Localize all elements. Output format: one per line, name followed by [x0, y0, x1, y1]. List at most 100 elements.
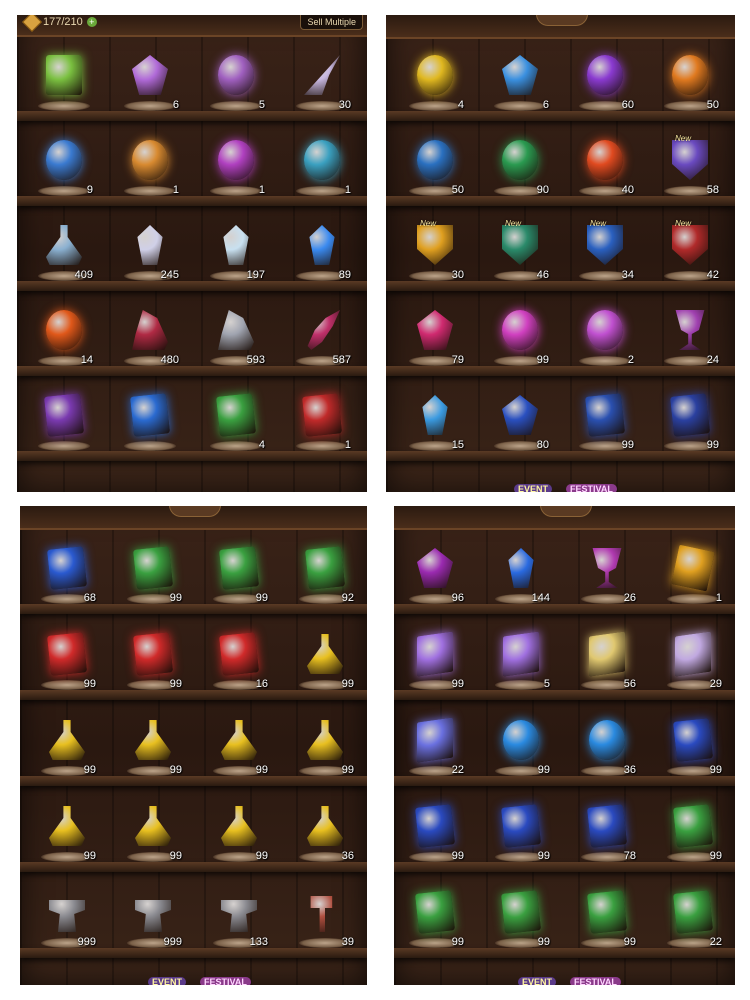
inventory-slot[interactable]: 14 — [33, 308, 95, 372]
inventory-slot[interactable]: 99 — [404, 631, 466, 696]
inventory-slot[interactable]: 99★★★★ — [294, 632, 356, 698]
inventory-slot[interactable]: 4★★★★★ — [205, 393, 267, 459]
inventory-slot[interactable]: ★★★★★ — [33, 393, 95, 459]
item-quantity: 29 — [709, 678, 722, 690]
expand-capacity-button[interactable]: + — [86, 17, 97, 27]
inventory-slot[interactable]: 133 — [208, 890, 270, 954]
shelf-plank — [17, 451, 367, 461]
inventory-slot[interactable]: 144★★★★ — [490, 546, 552, 612]
inventory-slot[interactable]: 1 — [291, 138, 353, 202]
inventory-slot[interactable]: New 34 — [574, 219, 636, 287]
inventory-slot[interactable]: 999 — [36, 890, 98, 954]
inventory-slot[interactable]: 50 — [659, 53, 721, 117]
event-tab[interactable]: EVENT — [148, 977, 187, 985]
inventory-slot[interactable]: 587 — [291, 308, 353, 372]
inventory-slot[interactable]: 99★★★★ — [208, 804, 270, 870]
inventory-slot[interactable]: New 30 — [404, 219, 466, 287]
inventory-slot[interactable]: 99★★★★ — [662, 804, 724, 870]
inventory-slot[interactable]: New 46 — [489, 219, 551, 287]
inventory-slot[interactable]: 99★★★★ — [122, 546, 184, 612]
inventory-slot[interactable]: 99★★★★ — [122, 718, 184, 784]
inventory-slot[interactable]: 5 — [490, 631, 552, 696]
inventory-slot[interactable]: 99★★★★ — [36, 718, 98, 784]
inventory-slot[interactable]: ★★★★★ — [119, 393, 181, 459]
inventory-slot[interactable]: 22 — [404, 717, 466, 782]
inventory-slot[interactable] — [33, 53, 95, 117]
inventory-slot[interactable]: 6★★★★★ — [489, 53, 551, 119]
inventory-slot[interactable]: 68★★★★ — [36, 546, 98, 612]
violet-cube-icon — [503, 631, 539, 677]
inventory-slot[interactable]: 39 — [294, 890, 356, 954]
item-quantity: 60 — [621, 99, 634, 111]
inventory-slot[interactable]: 99★★★★ — [662, 718, 724, 784]
sapphire-icon — [508, 548, 534, 588]
gold-potion-icon — [307, 634, 343, 674]
inventory-slot[interactable]: 2 — [574, 308, 636, 372]
inventory-slot[interactable]: 26★★★★ — [576, 546, 638, 612]
festival-tab[interactable]: FESTIVAL — [570, 977, 621, 985]
item-quantity: 197 — [246, 269, 265, 281]
inventory-slot[interactable]: 1 — [662, 544, 724, 610]
event-tab[interactable]: EVENT — [518, 977, 557, 985]
inventory-slot[interactable]: New 58 — [659, 134, 721, 202]
festival-tab[interactable]: FESTIVAL — [200, 977, 251, 985]
inventory-slot[interactable]: 197 — [205, 223, 267, 287]
inventory-slot[interactable]: 99★★★★ — [576, 890, 638, 956]
inventory-slot[interactable]: 99★★★★ — [490, 804, 552, 870]
feather-wing-icon — [304, 55, 340, 95]
inventory-slot[interactable]: 15 — [404, 393, 466, 457]
inventory-slot[interactable]: 9 — [33, 138, 95, 202]
inventory-slot[interactable]: 24★★★★ — [659, 308, 721, 374]
inventory-slot[interactable]: New 42 — [659, 219, 721, 287]
inventory-slot[interactable]: 78★★★★ — [576, 804, 638, 870]
inventory-slot[interactable]: 56 — [576, 631, 638, 696]
inventory-slot[interactable]: 480 — [119, 308, 181, 372]
inventory-slot[interactable]: 50 — [404, 138, 466, 202]
inventory-slot[interactable]: 36★★★★ — [294, 804, 356, 870]
inventory-slot[interactable]: 40 — [574, 138, 636, 202]
inventory-slot[interactable]: 99★★★★ — [36, 804, 98, 870]
inventory-slot[interactable]: 99★★★★ — [36, 632, 98, 698]
inventory-slot[interactable]: 80 — [489, 393, 551, 457]
inventory-slot[interactable]: 99★★★★ — [574, 393, 636, 459]
inventory-slot[interactable]: 99★★★★ — [404, 890, 466, 956]
festival-tab[interactable]: FESTIVAL — [566, 484, 617, 492]
inventory-slot[interactable]: 99★★★★ — [404, 804, 466, 870]
inventory-slot[interactable]: 1 — [205, 138, 267, 202]
inventory-slot[interactable]: 1 — [119, 138, 181, 202]
inventory-slot[interactable]: 60 — [574, 53, 636, 117]
inventory-slot[interactable]: 99★★★★ — [122, 804, 184, 870]
capacity-text: 177/210 — [43, 16, 83, 28]
inventory-slot[interactable]: 90 — [489, 138, 551, 202]
inventory-slot[interactable]: 245 — [119, 223, 181, 287]
inventory-slot[interactable]: 99 — [490, 718, 552, 782]
gold-potion-icon — [135, 720, 171, 760]
inventory-slot[interactable]: 5★★★★★ — [205, 53, 267, 119]
inventory-slot[interactable]: 96 — [404, 546, 466, 610]
inventory-slot[interactable]: 16★★★★ — [208, 632, 270, 698]
inventory-slot[interactable]: 99★★★★ — [490, 890, 552, 956]
event-tab[interactable]: EVENT — [514, 484, 553, 492]
inventory-slot[interactable]: 99★★★★ — [122, 632, 184, 698]
inventory-slot[interactable]: 89 — [291, 223, 353, 287]
inventory-slot[interactable]: 6 — [119, 53, 181, 117]
new-tag: New — [505, 219, 522, 228]
inventory-slot[interactable]: 409 — [33, 223, 95, 287]
inventory-slot[interactable]: 79 — [404, 308, 466, 372]
sell-multiple-button[interactable]: Sell Multiple — [300, 15, 363, 30]
inventory-slot[interactable]: 4★★★★★ — [404, 53, 466, 119]
inventory-slot[interactable]: 1★★★★★ — [291, 393, 353, 459]
inventory-slot[interactable]: 99★★★★ — [208, 546, 270, 612]
inventory-slot[interactable]: 29 — [662, 631, 724, 696]
new-tag: New — [675, 219, 692, 228]
inventory-slot[interactable]: 99 — [489, 308, 551, 372]
inventory-slot[interactable]: 999 — [122, 890, 184, 954]
inventory-slot[interactable]: 92★★★★ — [294, 546, 356, 612]
inventory-slot[interactable]: 36 — [576, 718, 638, 782]
inventory-slot[interactable]: 99★★★★ — [208, 718, 270, 784]
inventory-slot[interactable]: 22★★★★ — [662, 890, 724, 956]
inventory-slot[interactable]: 99★★★★ — [294, 718, 356, 784]
inventory-slot[interactable]: 30 — [291, 53, 353, 117]
inventory-slot[interactable]: 99★★★★ — [659, 393, 721, 459]
inventory-slot[interactable]: 593 — [205, 308, 267, 372]
